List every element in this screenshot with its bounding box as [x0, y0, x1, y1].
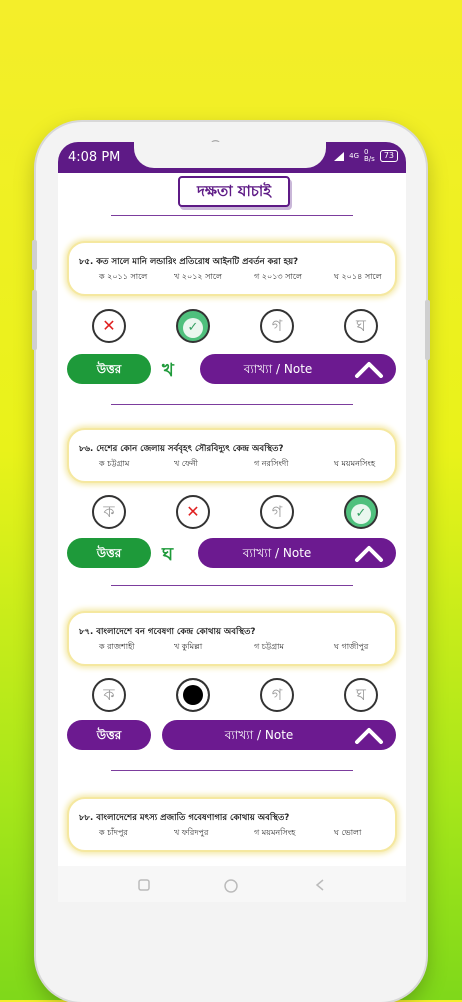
recent-apps-icon[interactable] [138, 879, 150, 891]
choice-correct-icon[interactable]: ✓ [176, 309, 210, 343]
choice-selected-radio[interactable] [176, 678, 210, 712]
option-ka: ক ২০১১ সালে [99, 272, 148, 281]
volume-button [32, 240, 37, 270]
choice-gha[interactable]: ঘ [344, 309, 378, 343]
notch [134, 142, 326, 168]
question-text: ৮৭. বাংলাদেশে বন গবেষণা কেন্দ্র কোথায় অ… [79, 627, 256, 637]
check-icon: ✓ [351, 504, 371, 524]
option-gha: ঘ ময়মনসিংহ [334, 459, 376, 468]
divider [111, 404, 353, 405]
home-icon[interactable] [224, 879, 238, 893]
option-ka: ক চাঁদপুর [99, 828, 128, 837]
status-time: 4:08 PM [68, 150, 121, 165]
choice-correct-icon[interactable]: ✓ [344, 495, 378, 529]
net-speed: 0 B/s [364, 148, 375, 163]
choice-wrong-icon[interactable]: ✕ [92, 309, 126, 343]
chevron-up-icon [355, 728, 383, 744]
option-kha: খ ফরিদপুর [174, 828, 209, 837]
answer-letter: খ [162, 360, 174, 381]
note-button[interactable]: ব্যাখ্যা / Note [200, 354, 396, 384]
chevron-up-icon [355, 362, 383, 378]
option-ka: ক চট্টগ্রাম [99, 459, 130, 468]
question-card: ৮৬. দেশের কোন জেলায় সর্ববৃহৎ সৌরবিদ্যুৎ… [67, 428, 397, 483]
note-button[interactable]: ব্যাখ্যা / Note [162, 720, 396, 750]
option-ga: গ ময়মনসিংহ [254, 828, 296, 837]
note-label: ব্যাখ্যা / Note [224, 728, 294, 742]
question-card: ৮৫. কত সালে মানি লন্ডারিং প্রতিরোধ আইনটি… [67, 241, 397, 296]
option-gha: ঘ ২০১৪ সালে [334, 272, 382, 281]
back-icon[interactable] [314, 879, 326, 891]
status-icons: 4G 0 B/s 73 [334, 149, 398, 163]
page-title: দক্ষতা যাচাই [178, 176, 290, 207]
option-ka: ক রাজশাহী [99, 642, 135, 651]
battery-level: 73 [383, 151, 394, 160]
option-ga: গ চট্টগ্রাম [254, 642, 284, 651]
network-label: 4G [349, 152, 359, 160]
question-text: ৮৬. দেশের কোন জেলায় সর্ববৃহৎ সৌরবিদ্যুৎ… [79, 444, 284, 454]
question-card: ৮৮. বাংলাদেশের মৎস্য প্রজাতি গবেষণাগার ক… [67, 797, 397, 852]
signal-icon [334, 151, 345, 161]
choice-ga[interactable]: গ [260, 678, 294, 712]
note-button[interactable]: ব্যাখ্যা / Note [198, 538, 396, 568]
option-gha: ঘ গাজীপুর [334, 642, 369, 651]
answer-button[interactable]: উত্তর [67, 538, 151, 568]
divider [111, 585, 353, 586]
power-button [425, 300, 430, 360]
option-ga: গ ২০১৩ সালে [254, 272, 302, 281]
app-screen: 4:08 PM 4G 0 B/s 73 দক্ষতা যাচাই ৮৫. কত … [58, 142, 406, 902]
divider [111, 215, 353, 216]
option-kha: খ ফেনী [174, 459, 198, 468]
volume-button [32, 290, 37, 350]
note-label: ব্যাখ্যা / Note [242, 546, 312, 560]
answer-button[interactable]: উত্তর [67, 720, 151, 750]
system-nav-bar [58, 866, 406, 902]
answer-button[interactable]: উত্তর [67, 354, 151, 384]
option-kha: খ কুমিল্লা [174, 642, 203, 651]
battery-icon: 73 [379, 150, 398, 162]
answer-letter: ঘ [162, 544, 174, 565]
option-gha: ঘ ভোলা [334, 828, 362, 837]
choice-ga[interactable]: গ [260, 495, 294, 529]
option-kha: খ ২০১২ সালে [174, 272, 222, 281]
note-label: ব্যাখ্যা / Note [243, 362, 313, 376]
chevron-up-icon [355, 546, 383, 562]
question-text: ৮৫. কত সালে মানি লন্ডারিং প্রতিরোধ আইনটি… [79, 257, 299, 267]
choice-ka[interactable]: ক [92, 495, 126, 529]
option-ga: গ নরসিংদী [254, 459, 289, 468]
status-bar: 4:08 PM 4G 0 B/s 73 [58, 142, 406, 173]
choice-ga[interactable]: গ [260, 309, 294, 343]
check-icon: ✓ [183, 318, 203, 338]
divider [111, 770, 353, 771]
choice-ka[interactable]: ক [92, 678, 126, 712]
question-text: ৮৮. বাংলাদেশের মৎস্য প্রজাতি গবেষণাগার ক… [79, 813, 290, 823]
choice-wrong-icon[interactable]: ✕ [176, 495, 210, 529]
choice-gha[interactable]: ঘ [344, 678, 378, 712]
question-card: ৮৭. বাংলাদেশে বন গবেষণা কেন্দ্র কোথায় অ… [67, 611, 397, 666]
